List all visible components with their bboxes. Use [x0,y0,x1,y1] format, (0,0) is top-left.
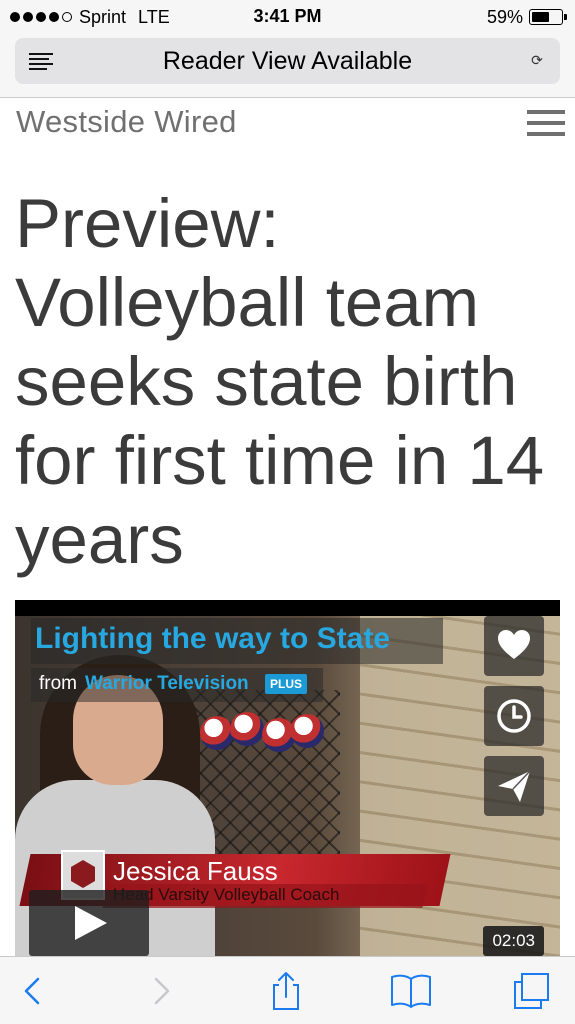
clock-icon [497,699,531,733]
bookmarks-icon [391,974,431,1008]
watch-later-button[interactable] [484,686,544,746]
hamburger-menu-icon[interactable] [527,110,565,138]
video-background-balls [200,712,324,752]
send-icon [498,770,531,802]
video-from-label: from [39,673,77,694]
share-video-button[interactable] [484,756,544,816]
video-channel-link[interactable]: Warrior Television [85,673,249,695]
site-name[interactable]: Westside Wired [16,104,237,140]
address-bar-area: Reader View Available ⟳ [0,34,575,98]
heart-icon [498,630,530,659]
speaker-name: Jessica Fauss [113,856,278,886]
forward-icon [154,977,170,1005]
tabs-button[interactable] [512,971,552,1011]
battery-icon [529,9,567,25]
like-button[interactable] [484,616,544,676]
bookmarks-button[interactable] [390,971,431,1011]
status-bar: Sprint LTE 3:41 PM 59% [0,0,575,34]
back-icon [24,977,40,1005]
tabs-icon [514,973,549,1009]
play-button[interactable] [29,890,149,956]
play-icon [75,906,107,940]
share-icon [273,972,299,1010]
reader-view-label[interactable]: Reader View Available [15,47,560,76]
forward-button[interactable] [142,971,182,1011]
video-player[interactable]: Lighting the way to State from Warrior T… [15,600,560,956]
video-title[interactable]: Lighting the way to State [35,622,390,656]
battery-fill [532,12,549,22]
reload-icon[interactable]: ⟳ [528,51,546,69]
browser-toolbar [0,956,575,1024]
address-bar[interactable]: Reader View Available ⟳ [15,38,560,84]
back-button[interactable] [14,971,54,1011]
plus-badge: PLUS [265,674,308,694]
status-right: 59% [486,6,567,28]
video-duration: 02:03 [483,926,544,956]
article-headline: Preview: Volleyball team seeks state bir… [15,185,545,578]
battery-percent: 59% [486,6,523,27]
share-button[interactable] [266,971,306,1011]
